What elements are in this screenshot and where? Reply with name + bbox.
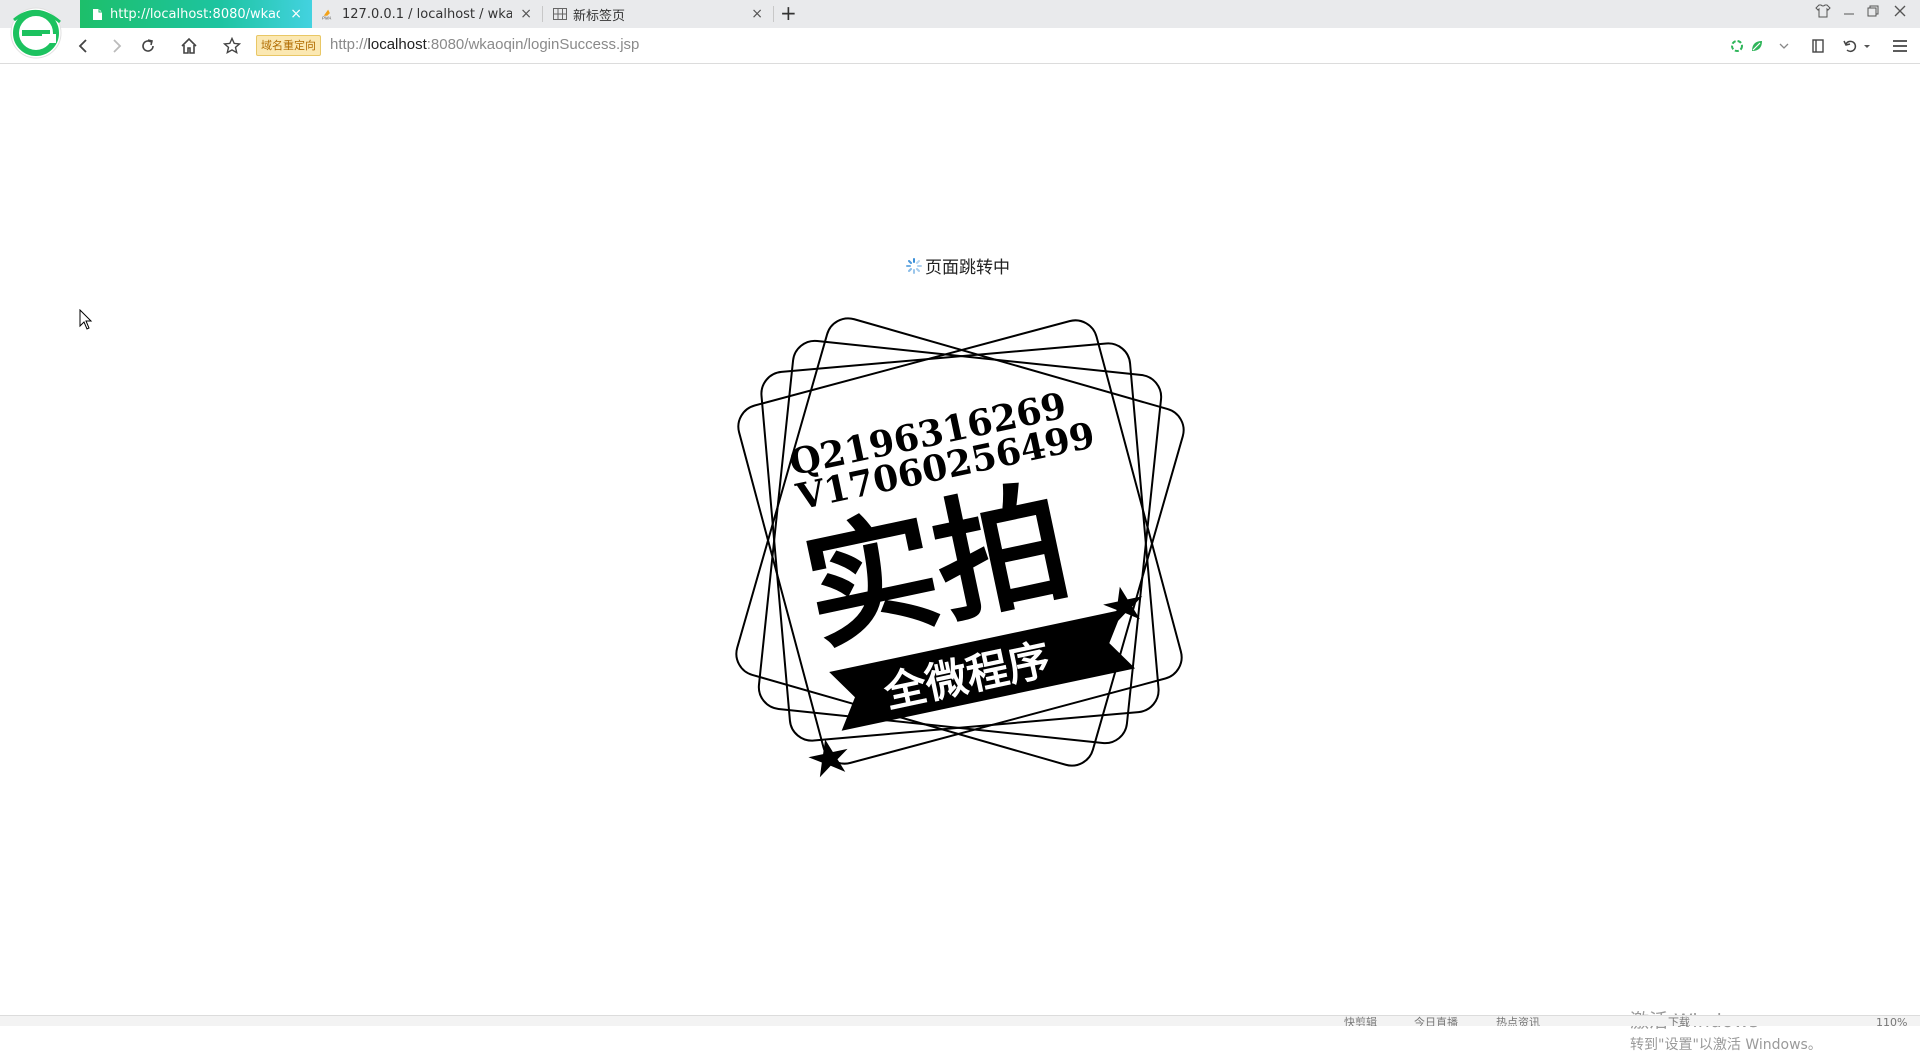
close-window-icon[interactable] (1893, 4, 1907, 24)
small-dropdown-icon[interactable] (1862, 36, 1872, 56)
browser-logo[interactable] (8, 6, 66, 62)
tab-login-success[interactable]: http://localhost:8080/wkaoqi × (80, 0, 312, 28)
tab-close-button[interactable]: × (751, 6, 763, 22)
new-tab-button[interactable]: + (780, 2, 797, 24)
tab-close-button[interactable]: × (520, 6, 532, 22)
tab-title: 新标签页 (573, 8, 626, 24)
green-swirl-icon[interactable] (1728, 36, 1746, 56)
reading-mode-icon[interactable] (1809, 36, 1827, 56)
address-toolbar: 域名重定向 http://localhost:8080/wkaoqin/logi… (0, 28, 1920, 64)
redirect-badge[interactable]: 域名重定向 (256, 35, 321, 56)
phpmyadmin-icon: PMA (322, 7, 336, 21)
page-content: 页面跳转中 Q2196316269 V17060256499 实拍 全微程序 激… (0, 65, 1920, 1053)
minimize-icon[interactable] (1842, 4, 1856, 24)
forward-button[interactable] (104, 34, 128, 58)
loading-text: 页面跳转中 (925, 258, 1010, 278)
loading-indicator: 页面跳转中 (905, 253, 1010, 278)
url-input[interactable]: http://localhost:8080/wkaoqin/loginSucce… (330, 36, 639, 53)
watermark-subtitle: 转到"设置"以激活 Windows。 (1630, 1037, 1822, 1053)
chevron-down-icon[interactable] (1776, 36, 1792, 56)
url-path: :8080/wkaoqin/loginSuccess.jsp (426, 36, 640, 53)
page-icon (90, 7, 104, 21)
refresh-button[interactable] (136, 34, 160, 58)
tab-title: http://localhost:8080/wkaoqi (110, 6, 280, 22)
leaf-icon[interactable] (1748, 36, 1766, 56)
tab-phpmyadmin[interactable]: PMA 127.0.0.1 / localhost / wkaoqi × (312, 0, 542, 28)
menu-icon[interactable] (1890, 36, 1910, 56)
grid-icon (553, 7, 567, 21)
svg-text:PMA: PMA (322, 15, 332, 20)
skin-icon[interactable] (1815, 4, 1831, 24)
url-scheme: http:// (330, 36, 368, 53)
loading-spinner-icon (906, 257, 922, 274)
tab-close-button[interactable]: × (290, 6, 302, 22)
tab-strip: http://localhost:8080/wkaoqi × PMA 127.0… (0, 0, 1920, 28)
tab-separator (773, 6, 774, 22)
status-item-kuaijianji[interactable]: 快剪辑 (1344, 1017, 1377, 1027)
home-button[interactable] (177, 34, 201, 58)
favorite-star-button[interactable] (220, 34, 244, 58)
status-item-news[interactable]: 热点资讯 (1496, 1017, 1540, 1027)
star-icon (808, 739, 848, 778)
status-item-live[interactable]: 今日直播 (1414, 1017, 1458, 1027)
back-button[interactable] (72, 34, 96, 58)
url-host: localhost (367, 36, 427, 53)
tab-new-tab-page[interactable]: 新标签页 × (543, 0, 773, 28)
status-item-download[interactable]: 下载 (1668, 1017, 1690, 1027)
status-item-zoom[interactable]: 110% (1876, 1017, 1907, 1027)
status-bar: 快剪辑 今日直播 热点资讯 下载 110% (0, 1015, 1920, 1026)
undo-close-tab-icon[interactable] (1840, 36, 1860, 56)
tab-title: 127.0.0.1 / localhost / wkaoqi (342, 6, 512, 22)
restore-icon[interactable] (1866, 4, 1880, 24)
stamp-image: Q2196316269 V17060256499 实拍 全微程序 (735, 317, 1185, 778)
mouse-cursor-icon (79, 309, 93, 330)
